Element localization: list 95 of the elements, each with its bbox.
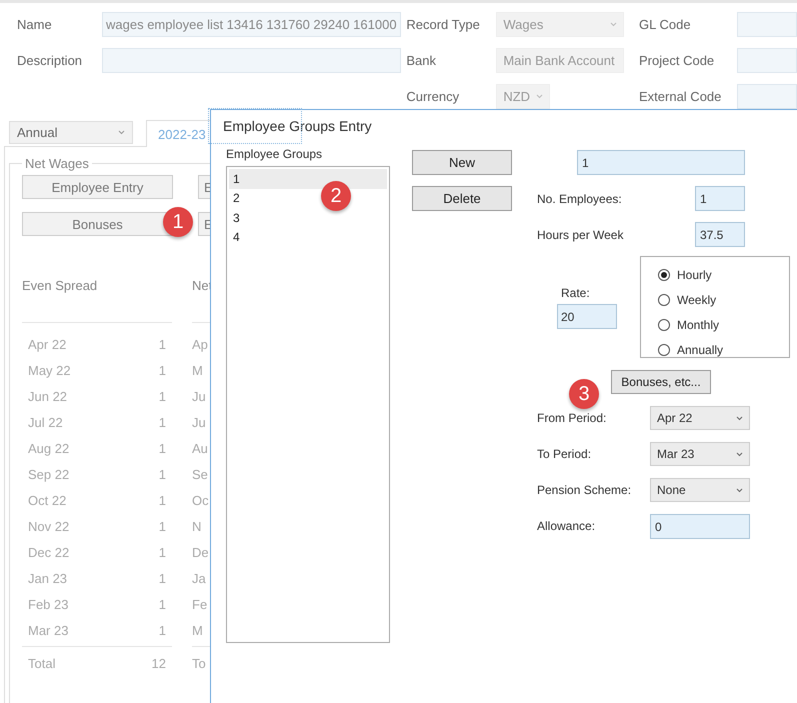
amount-cell: 1 [158,492,166,508]
field-label: Allowance: [537,519,596,533]
month-cell: Jul 22 [28,414,63,430]
month-cell: M [192,622,203,638]
employees-field[interactable]: 1 [695,186,745,211]
dropdown[interactable]: None [650,478,750,502]
group-name-field[interactable]: 1 [577,150,745,175]
dialog-button[interactable]: Delete [412,186,512,211]
dropdown[interactable]: Mar 23 [650,442,750,466]
radio-button[interactable] [658,344,670,356]
column-header: Even Spread [22,277,98,295]
month-cell: Au [192,440,208,456]
chevron-icon [610,22,618,27]
month-cell: Oct 22 [28,492,66,508]
chevron-icon [736,452,743,456]
month-cell: May 22 [28,362,71,378]
amount-cell: 1 [158,362,166,378]
dialog-title: Employee Groups Entry [222,117,373,136]
hours-field[interactable]: 37.5 [695,222,745,247]
bonuses-button[interactable]: Bonuses, etc... [611,370,711,394]
month-cell: Ap [192,336,208,352]
amount-cell: 1 [158,518,166,534]
chevron-icon [736,416,743,420]
radio-button[interactable] [658,318,670,330]
amount-cell: 1 [158,596,166,612]
field-label: External Code [639,89,722,104]
field-label: Rate: [560,286,591,302]
dropdown[interactable]: Apr 22 [650,406,750,430]
field-label: Description [17,53,84,68]
wages-button[interactable]: Employee Entry [22,175,173,199]
rate-field[interactable]: 20 [557,304,617,329]
list-item[interactable]: 1 [229,169,387,188]
month-cell: M [192,362,203,378]
month-cell: Mar 23 [28,622,68,638]
allowance-field[interactable]: 0 [650,514,750,538]
amount-cell: 1 [158,440,166,456]
amount-cell: 1 [158,544,166,560]
month-cell: Sep 22 [28,466,70,482]
month-cell: Ja [192,570,206,586]
amount-cell: 1 [158,336,166,352]
field-label: Currency [406,89,460,104]
month-cell: Fe [192,596,208,612]
text-field[interactable] [102,48,401,73]
month-cell: Oc [192,492,209,508]
field-label: From Period: [537,411,608,425]
total-label: To [192,656,206,670]
field-label: Hours per Week [537,228,624,242]
month-cell: Apr 22 [28,336,66,352]
radio-button[interactable] [658,294,670,306]
radio-label: Annually [677,342,724,356]
total-label: Total [28,656,56,670]
chevron-icon [118,130,125,135]
month-cell: Se [192,466,208,482]
list-item[interactable]: 4 [229,228,244,247]
field-label: GL Code [639,17,692,32]
field-label: Name [17,17,53,32]
radio-label: Hourly [677,268,712,282]
radio-label: Monthly [677,318,720,332]
group-title: Net Wages [24,156,90,171]
month-cell: Feb 23 [28,596,68,612]
month-cell: Jan 23 [28,570,68,586]
radio-button[interactable] [658,268,670,280]
field-label: Project Code [639,53,716,68]
text-field[interactable] [737,48,797,73]
text-field[interactable] [737,12,797,37]
amount-cell: 1 [158,570,166,586]
month-cell: Ju [192,388,206,404]
total-value: 12 [152,656,166,670]
chevron-icon [736,488,743,492]
month-cell: Nov 22 [28,518,70,534]
field-label: To Period: [537,447,592,461]
step-badge: 1 [163,207,193,237]
amount-cell: 1 [158,622,166,638]
amount-cell: 1 [158,388,166,404]
field-label: Bank [406,53,437,68]
month-cell: Aug 22 [28,440,70,456]
radio-label: Weekly [677,292,716,306]
dialog-button[interactable]: New [412,150,512,175]
list-label: Employee Groups [226,146,324,163]
month-cell: N [192,518,202,534]
period-dropdown[interactable]: Annual [9,121,133,144]
amount-cell: 1 [158,414,166,430]
field-label: Record Type [406,17,481,32]
text-field[interactable] [737,84,797,109]
month-cell: De [192,544,209,560]
field-label: Pension Scheme: [537,483,632,497]
month-cell: Ju [192,414,206,430]
amount-cell: 1 [158,466,166,482]
list-item[interactable]: 3 [229,208,244,228]
month-cell: Jun 22 [28,388,68,404]
month-cell: Dec 22 [28,544,70,560]
field-label: No. Employees: [537,192,622,206]
chevron-icon [536,94,544,99]
list-item[interactable]: 2 [229,188,244,208]
wages-button[interactable]: Bonuses [22,212,173,236]
